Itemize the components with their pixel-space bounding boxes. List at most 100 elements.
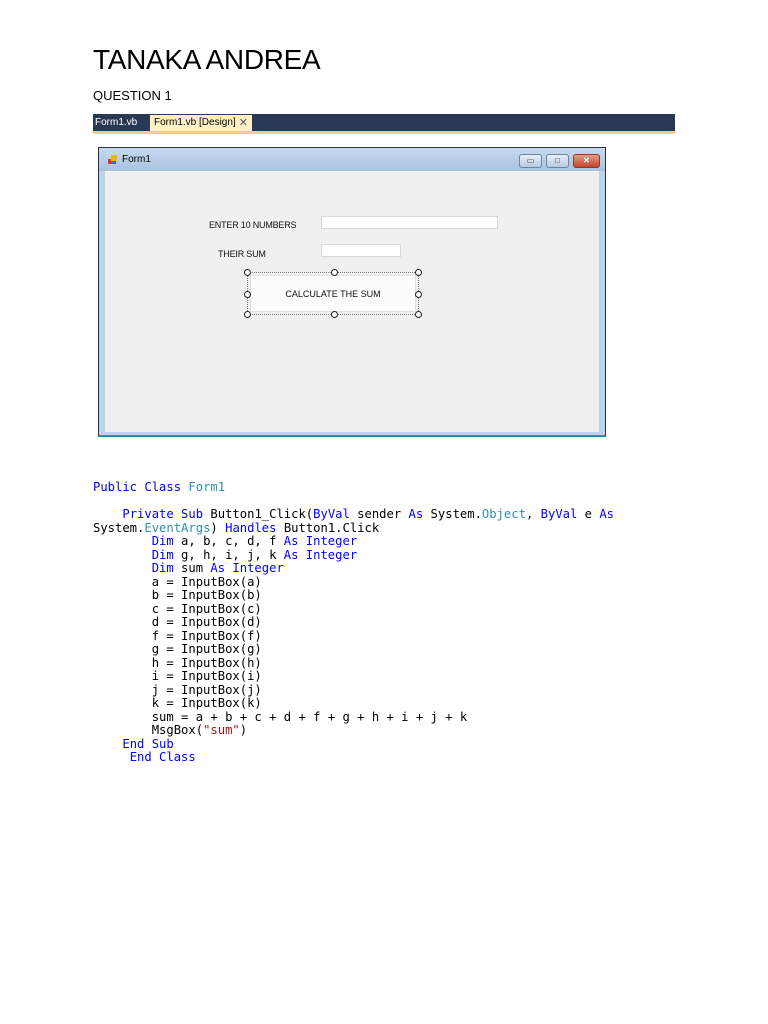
- form-title-bar: Form1 ▭ □ ✕: [99, 148, 605, 171]
- code-text: g = InputBox(g): [93, 642, 262, 656]
- code-text: sender: [349, 507, 409, 521]
- close-icon[interactable]: ✕: [239, 115, 248, 131]
- code-line: g = InputBox(g): [93, 642, 614, 657]
- code-line: j = InputBox(j): [93, 682, 614, 698]
- maximize-button[interactable]: □: [546, 154, 569, 168]
- author-name-heading: TANAKA ANDREA: [93, 44, 321, 75]
- code-text: f = InputBox(f): [93, 628, 262, 643]
- ide-tab-bar: Form1.vb Form1.vb [Design] ✕: [93, 114, 675, 134]
- code-text: MsgBox(: [93, 723, 204, 737]
- numbers-textbox[interactable]: [321, 216, 498, 229]
- code-keyword: Dim: [151, 534, 174, 548]
- code-line: Dim a, b, c, d, f As Integer: [93, 534, 614, 549]
- code-keyword: Public Class: [93, 480, 189, 494]
- code-text: ): [210, 520, 226, 535]
- resize-handle[interactable]: [331, 269, 338, 276]
- resize-handle[interactable]: [244, 291, 251, 298]
- code-keyword: ByVal: [540, 507, 578, 521]
- code-line: MsgBox("sum"): [93, 723, 614, 738]
- question-label: QUESTION 1: [93, 88, 172, 103]
- code-keyword: End Class: [129, 750, 196, 764]
- code-keyword: As Integer: [283, 547, 358, 562]
- code-keyword: As: [599, 507, 615, 521]
- code-line: b = InputBox(b): [93, 588, 614, 603]
- close-button[interactable]: ✕: [573, 154, 600, 168]
- code-text: System.: [93, 520, 145, 535]
- calculate-sum-button[interactable]: CALCULATE THE SUM: [250, 275, 416, 312]
- their-sum-label: THEIR SUM: [218, 249, 266, 259]
- code-text: sum: [173, 561, 211, 575]
- code-keyword: As Integer: [210, 561, 284, 575]
- code-text: e: [577, 507, 600, 521]
- code-text: g, h, i, j, k: [173, 547, 284, 562]
- code-line: Public Class Form1: [93, 480, 614, 495]
- code-type: Object: [481, 507, 526, 521]
- resize-handle[interactable]: [331, 311, 338, 318]
- code-line: Dim g, h, i, j, k As Integer: [93, 547, 614, 563]
- code-text: j = InputBox(j): [93, 682, 262, 697]
- tab-form1-design[interactable]: Form1.vb [Design] ✕: [150, 115, 252, 131]
- code-line: a = InputBox(a): [93, 574, 614, 590]
- form1-designer-window: Form1 ▭ □ ✕ ENTER 10 NUMBERS THEIR SUM C…: [98, 147, 606, 437]
- form-title: Form1: [122, 154, 151, 165]
- code-text: sum = a + b + c + d + f + g + h + i + j …: [93, 709, 468, 724]
- code-string: "sum": [203, 723, 240, 737]
- code-line: Private Sub Button1_Click(ByVal sender A…: [93, 507, 615, 522]
- code-keyword: Dim: [151, 547, 174, 562]
- code-keyword: ByVal: [313, 507, 350, 521]
- enter-numbers-label: ENTER 10 NUMBERS: [209, 220, 297, 230]
- form-icon: [108, 155, 117, 164]
- tab-label: Form1.vb [Design]: [154, 117, 236, 128]
- code-text: h = InputBox(h): [93, 655, 262, 670]
- code-keyword: End Sub: [122, 736, 174, 751]
- tab-form1-vb[interactable]: Form1.vb: [91, 115, 141, 131]
- code-keyword: Dim: [151, 561, 174, 575]
- code-line: h = InputBox(h): [93, 655, 614, 671]
- sum-textbox[interactable]: [321, 244, 401, 257]
- code-text: k = InputBox(k): [93, 696, 262, 710]
- code-line: End Sub: [93, 736, 614, 752]
- code-text: b = InputBox(b): [93, 588, 262, 602]
- form-client-area: ENTER 10 NUMBERS THEIR SUM CALCULATE THE…: [105, 171, 599, 432]
- code-text: Button1.Click: [276, 520, 380, 535]
- minimize-button[interactable]: ▭: [519, 154, 542, 168]
- code-type: EventArgs: [144, 520, 211, 535]
- code-line: i = InputBox(i): [93, 669, 614, 684]
- resize-handle[interactable]: [244, 269, 251, 276]
- resize-handle[interactable]: [415, 269, 422, 276]
- vb-code-listing: Public Class Form1 Private Sub Button1_C…: [93, 480, 615, 765]
- code-line: System.EventArgs) Handles Button1.Click: [93, 520, 614, 536]
- resize-handle[interactable]: [415, 311, 422, 318]
- code-line: f = InputBox(f): [93, 628, 614, 644]
- code-line: k = InputBox(k): [93, 696, 614, 711]
- code-text: Button1_Click(: [203, 507, 314, 521]
- code-keyword: As: [408, 507, 424, 521]
- code-line: c = InputBox(c): [93, 601, 614, 617]
- code-line: End Class: [93, 750, 614, 765]
- code-text: System.: [423, 507, 482, 521]
- code-keyword: Private Sub: [122, 507, 204, 521]
- code-type: Form1: [188, 480, 226, 494]
- code-keyword: As Integer: [283, 534, 358, 548]
- code-text: a, b, c, d, f: [173, 534, 284, 548]
- resize-handle[interactable]: [244, 311, 251, 318]
- code-text: a = InputBox(a): [93, 574, 262, 589]
- code-text: i = InputBox(i): [93, 669, 262, 683]
- code-line: Dim sum As Integer: [93, 561, 614, 576]
- code-keyword: Handles: [225, 520, 277, 535]
- code-text: d = InputBox(d): [93, 615, 262, 629]
- code-text: ): [239, 723, 248, 737]
- code-line: sum = a + b + c + d + f + g + h + i + j …: [93, 709, 614, 725]
- code-line: d = InputBox(d): [93, 615, 614, 630]
- resize-handle[interactable]: [415, 291, 422, 298]
- code-text: c = InputBox(c): [93, 601, 262, 616]
- code-text: ,: [525, 507, 541, 521]
- button-selection-frame: CALCULATE THE SUM: [244, 269, 422, 318]
